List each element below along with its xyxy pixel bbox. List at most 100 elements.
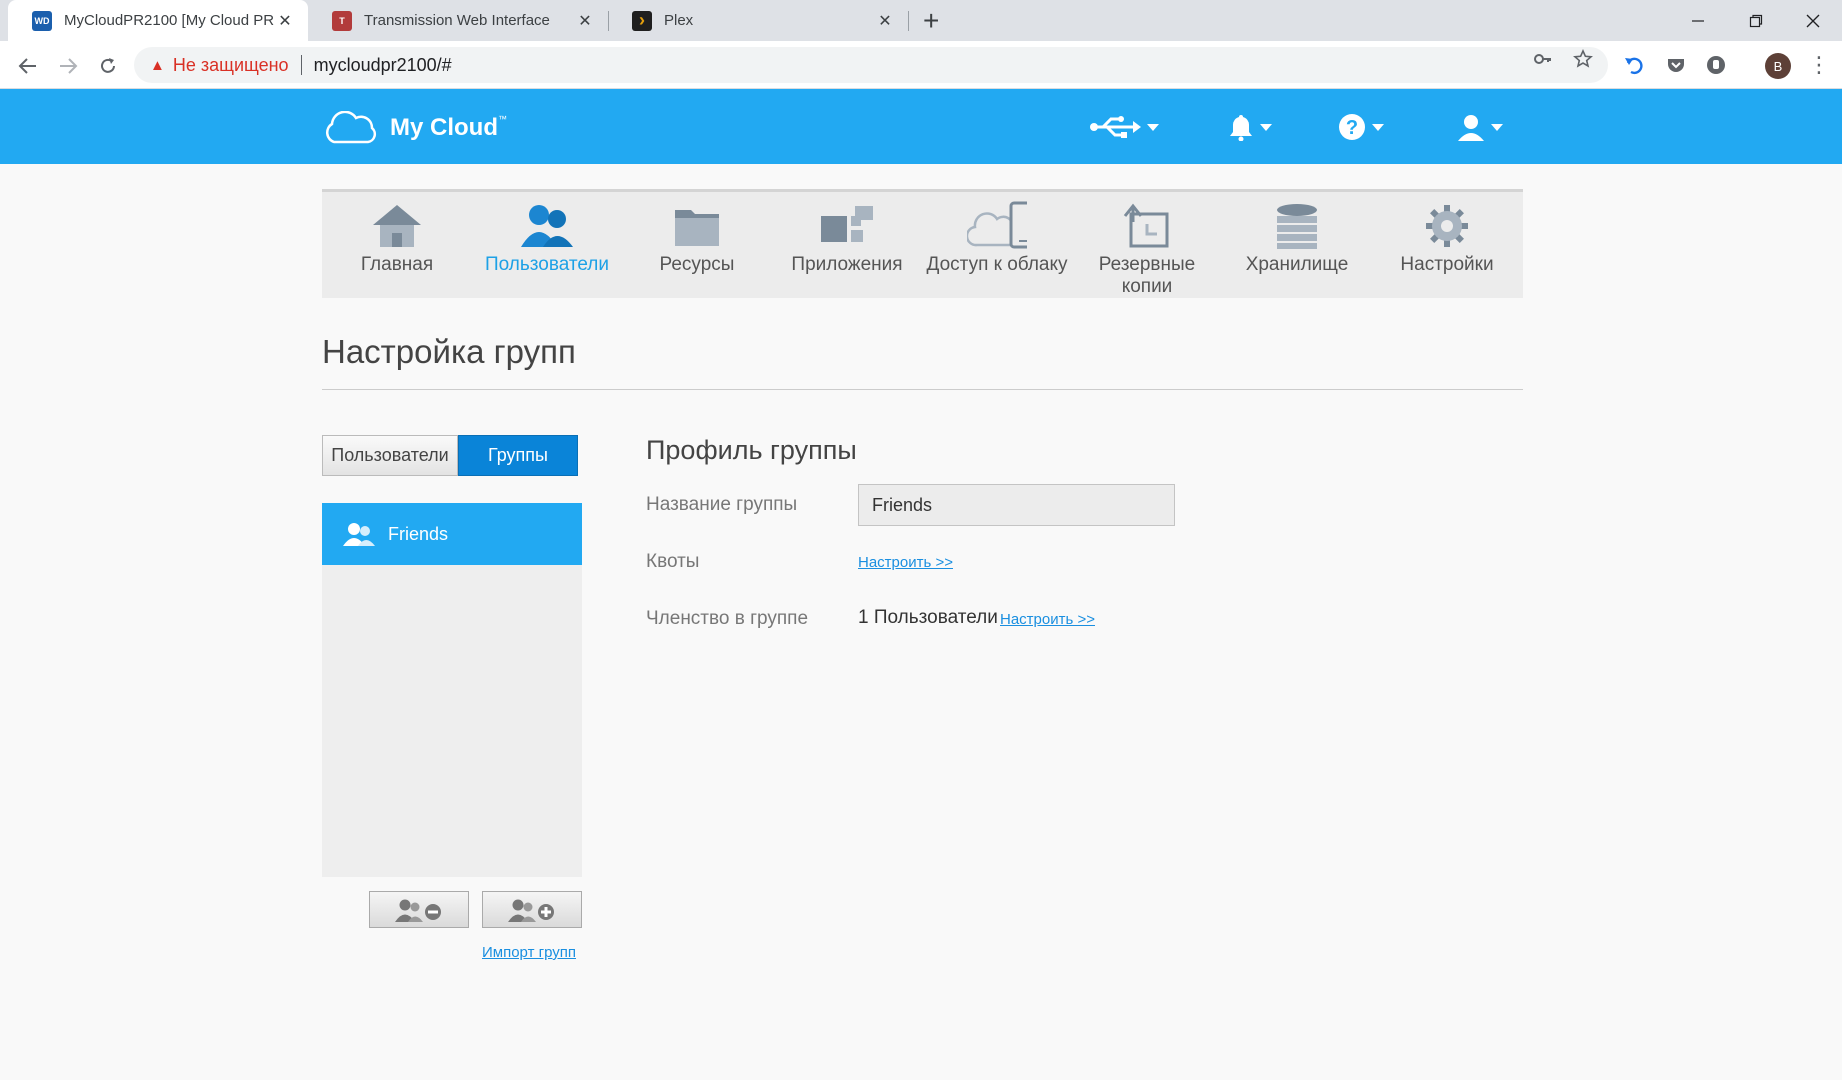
storage-icon (1267, 200, 1327, 252)
users-toggle-button[interactable]: Пользователи (322, 435, 458, 476)
chevron-down-icon (1260, 123, 1272, 131)
nav-item-home[interactable]: Главная (322, 192, 472, 298)
browser-menu-icon[interactable]: ⋮ (1808, 51, 1830, 79)
app-header: My Cloud™ ? (0, 89, 1842, 164)
title-divider (322, 389, 1523, 390)
security-label: Не защищено (172, 54, 289, 75)
groups-toggle-button[interactable]: Группы (458, 435, 578, 476)
group-name: Friends (388, 523, 449, 544)
nav-item-users[interactable]: Пользователи (472, 192, 622, 298)
usb-menu[interactable] (1089, 113, 1159, 141)
browser-tab-bar: WD MyCloudPR2100 [My Cloud PR2100] ✕ T T… (0, 0, 1842, 41)
membership-configure-link[interactable]: Настроить >> (1000, 611, 1095, 628)
list-item[interactable]: Friends (322, 503, 582, 565)
add-group-button[interactable] (482, 891, 582, 928)
tab-transmission[interactable]: T Transmission Web Interface ✕ (308, 0, 608, 41)
undo-extension-icon[interactable] (1622, 53, 1646, 77)
back-button[interactable] (13, 51, 43, 81)
bookmark-star-icon[interactable] (1573, 49, 1593, 74)
quota-configure-link[interactable]: Настроить >> (858, 554, 953, 571)
nav-item-storage[interactable]: Хранилище (1222, 192, 1372, 298)
logo-text: My Cloud™ (390, 114, 507, 141)
remove-group-icon (395, 899, 441, 922)
address-bar[interactable]: ▲ Не защищено mycloudpr2100/# (134, 47, 1608, 83)
home-icon (367, 200, 427, 252)
nav-label: Приложения (791, 254, 903, 275)
help-menu[interactable]: ? (1338, 113, 1384, 141)
hand-extension-icon[interactable] (1704, 53, 1728, 77)
tab-mycloud[interactable]: WD MyCloudPR2100 [My Cloud PR2100] ✕ (8, 0, 308, 41)
gear-icon (1417, 200, 1477, 252)
minimize-button[interactable] (1669, 0, 1727, 41)
main-navigation: Главная Пользователи Ресурсы Приложения … (322, 189, 1523, 298)
tab-label: Plex (664, 12, 694, 29)
cloud-device-icon (967, 200, 1027, 252)
group-list: Friends (322, 503, 582, 877)
tab-label: MyCloudPR2100 [My Cloud PR2100] (64, 12, 274, 29)
group-name-label: Название группы (646, 494, 798, 515)
cloud-logo-icon (325, 111, 377, 144)
restore-icon (1749, 14, 1763, 27)
page-title: Настройка групп (322, 333, 576, 370)
nav-item-backups[interactable]: Резервные копии (1072, 192, 1222, 298)
forward-button[interactable] (53, 51, 83, 81)
nav-label: Настройки (1400, 254, 1494, 275)
browser-toolbar: ▲ Не защищено mycloudpr2100/# B ⋮ (0, 41, 1842, 89)
membership-count: 1 Пользователи (858, 607, 998, 628)
group-name-input[interactable] (858, 484, 1175, 526)
new-tab-button[interactable]: + (923, 4, 939, 38)
users-icon (517, 200, 577, 252)
account-menu[interactable] (1457, 113, 1503, 141)
svg-text:?: ? (1346, 117, 1358, 139)
tab-label: Transmission Web Interface (364, 12, 550, 29)
profile-avatar[interactable]: B (1765, 53, 1791, 79)
nav-item-shares[interactable]: Ресурсы (622, 192, 772, 298)
nav-label: Доступ к облаку (926, 254, 1068, 275)
tab-plex[interactable]: › Plex ✕ (608, 0, 908, 41)
chevron-down-icon (1147, 123, 1159, 131)
nav-item-apps[interactable]: Приложения (772, 192, 922, 298)
minimize-icon (1692, 19, 1704, 22)
nav-label: Резервные копии (1098, 254, 1196, 297)
nav-item-cloud-access[interactable]: Доступ к облаку (922, 192, 1072, 298)
plex-favicon-icon: › (632, 10, 652, 31)
notifications-menu[interactable] (1228, 113, 1272, 141)
pocket-extension-icon[interactable] (1664, 53, 1688, 77)
folder-icon (667, 200, 727, 252)
close-tab-icon[interactable]: ✕ (874, 11, 896, 31)
reload-icon (101, 58, 115, 73)
url-text: mycloudpr2100/# (313, 54, 452, 75)
membership-label: Членство в группе (646, 608, 809, 629)
nav-label: Главная (360, 254, 434, 275)
usb-icon (1090, 116, 1141, 138)
chevron-down-icon (1491, 123, 1503, 131)
quota-label: Квоты (646, 551, 700, 572)
bell-icon (1230, 115, 1252, 141)
omnibox-divider (300, 55, 302, 75)
import-groups-link[interactable]: Импорт групп (482, 944, 576, 961)
backup-icon (1117, 200, 1177, 252)
password-key-icon[interactable] (1533, 49, 1553, 74)
group-profile-title: Профиль группы (646, 435, 857, 465)
group-icon (343, 523, 375, 546)
nav-item-settings[interactable]: Настройки (1372, 192, 1522, 298)
nav-label: Ресурсы (659, 254, 735, 275)
mycloud-logo[interactable]: My Cloud™ (322, 111, 507, 145)
users-groups-toggle: Пользователи Группы (322, 435, 578, 476)
close-tab-icon[interactable]: ✕ (574, 11, 596, 31)
close-tab-icon[interactable]: ✕ (274, 11, 296, 31)
warning-icon: ▲ (150, 56, 165, 74)
wd-favicon-icon: WD (32, 10, 52, 31)
nav-label: Хранилище (1245, 254, 1349, 275)
add-group-icon (508, 899, 554, 922)
help-icon: ? (1339, 114, 1365, 140)
apps-icon (817, 200, 877, 252)
remove-group-button[interactable] (369, 891, 469, 928)
reload-button[interactable] (93, 51, 123, 81)
tab-separator (908, 11, 909, 31)
restore-button[interactable] (1727, 0, 1785, 41)
back-arrow-icon (18, 58, 36, 74)
close-icon (1806, 14, 1820, 27)
chevron-down-icon (1372, 123, 1384, 131)
close-window-button[interactable] (1784, 0, 1842, 41)
